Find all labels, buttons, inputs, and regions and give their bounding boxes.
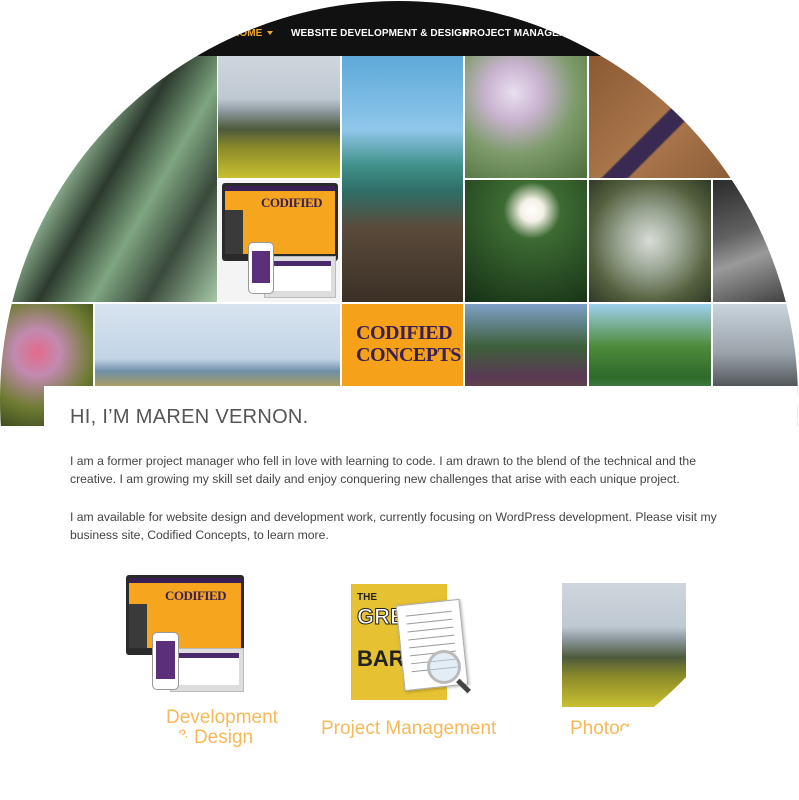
development-label-line2: & Design: [176, 727, 254, 748]
caret-down-icon: [267, 31, 274, 36]
development-design-link[interactable]: Development & Design: [166, 708, 278, 748]
collage-mockup-tile: CODIFIED: [218, 180, 340, 302]
collage-statue-of-liberty-photo: [342, 56, 463, 302]
project-management-link[interactable]: Project Management: [321, 718, 496, 740]
magnifier-icon: [427, 650, 461, 684]
intro-paragraph-2: I am available for website design and de…: [70, 510, 717, 542]
main-nav: HOME WEBSITE DEVELOPMENT & DESIGN PROJEC…: [0, 1, 798, 56]
nav-project-management[interactable]: PROJECT MANAGEMENT: [463, 28, 588, 39]
intro-paragraph-1: I am a former project manager who fell i…: [70, 454, 696, 486]
nav-home[interactable]: HOME: [232, 28, 274, 39]
development-label-line1: Development: [166, 707, 278, 728]
collage-ironwork-photo: [713, 180, 798, 302]
collage-blossom-photo: [465, 56, 587, 178]
nav-home-label: HOME: [232, 28, 263, 39]
photography-link[interactable]: Photography: [570, 718, 678, 740]
photography-image[interactable]: [562, 583, 686, 707]
mockup-logo-text: CODIFIED: [261, 195, 323, 210]
development-design-image[interactable]: CODIFIED: [120, 570, 248, 695]
page-title: HI, I’M MAREN VERNON.: [70, 406, 309, 428]
collage-coast-photo: [218, 56, 340, 178]
project-management-image[interactable]: THE GREAT BAR: [345, 582, 480, 702]
poster-text-the: THE: [357, 592, 377, 603]
collage-magnolia-photo: [465, 180, 587, 302]
nav-website-development-design[interactable]: WEBSITE DEVELOPMENT & DESIGN: [291, 28, 469, 39]
collage-desk-photo: [589, 56, 798, 178]
logo-bottom-text: CONCEPTS: [356, 344, 461, 366]
collage-fern-photo: [0, 56, 217, 302]
collage-lichen-photo: [589, 180, 711, 302]
circular-viewport: CODIFIED CODIFIED CONCEPTS HOME WEBSITE …: [0, 1, 798, 799]
monitor-mockup: CODIFIED: [222, 183, 338, 261]
dev-mockup-logo: CODIFIED: [165, 588, 227, 603]
poster-text-bar: BAR: [357, 646, 405, 671]
logo-top-text: CODIFIED: [356, 322, 453, 344]
